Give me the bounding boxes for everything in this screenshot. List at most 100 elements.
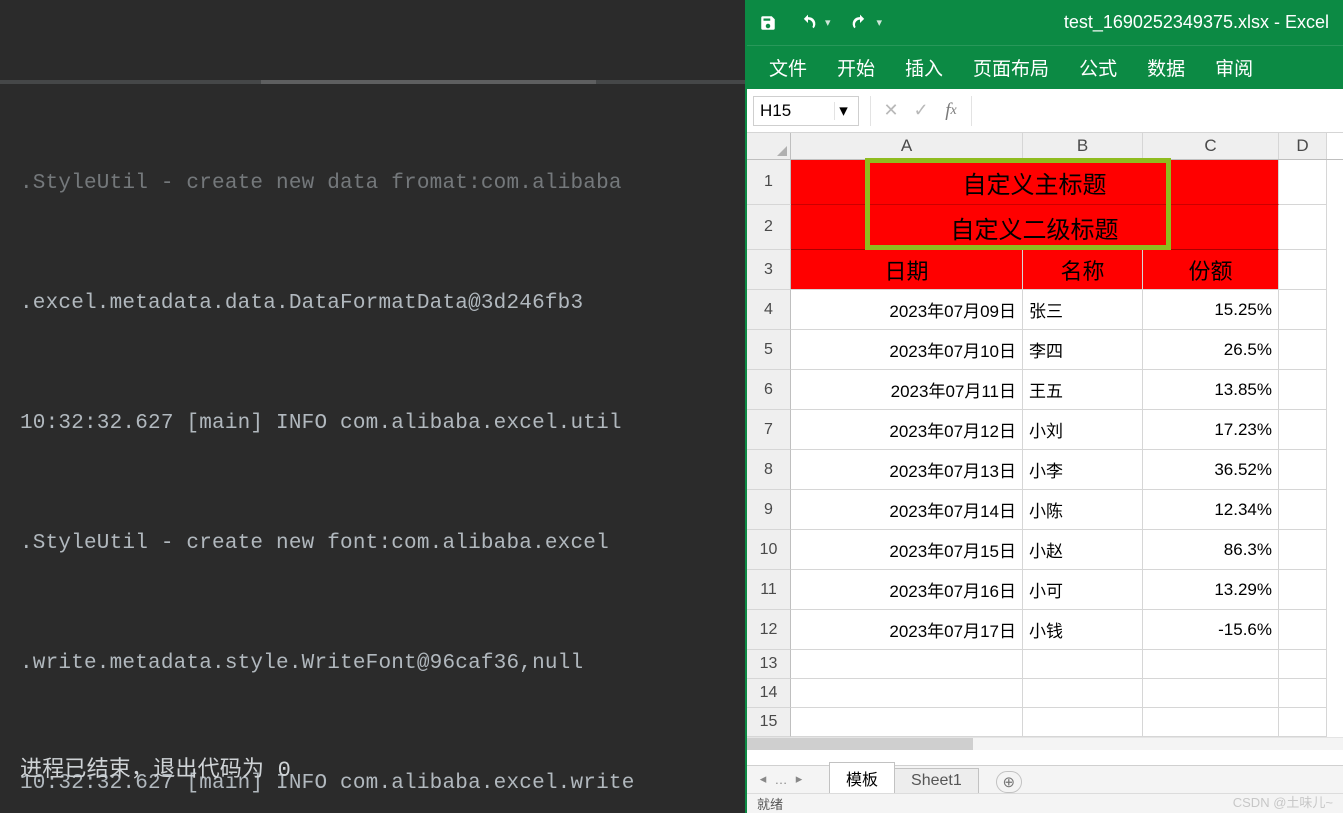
cell-date[interactable]: 2023年07月11日 (791, 370, 1023, 410)
header-name[interactable]: 名称 (1023, 250, 1143, 290)
cell-date[interactable]: 2023年07月15日 (791, 530, 1023, 570)
undo-icon[interactable] (797, 12, 819, 34)
cell[interactable] (1279, 290, 1327, 330)
cell-date[interactable]: 2023年07月10日 (791, 330, 1023, 370)
cell[interactable] (1279, 679, 1327, 708)
cell-name[interactable]: 小钱 (1023, 610, 1143, 650)
cell[interactable] (1023, 650, 1143, 679)
dropdown-caret-icon[interactable]: ▾ (877, 16, 883, 29)
cell-date[interactable]: 2023年07月13日 (791, 450, 1023, 490)
col-header-d[interactable]: D (1279, 133, 1327, 159)
tab-data[interactable]: 数据 (1147, 54, 1185, 81)
sheet-tab[interactable]: Sheet1 (894, 768, 979, 793)
tab-page-layout[interactable]: 页面布局 (973, 54, 1049, 81)
row-header[interactable]: 11 (747, 570, 791, 610)
cell-name[interactable]: 小陈 (1023, 490, 1143, 530)
cell[interactable] (1143, 679, 1279, 708)
enter-icon[interactable]: ✓ (906, 96, 936, 126)
dropdown-caret-icon[interactable]: ▾ (834, 102, 852, 120)
cell[interactable] (1279, 450, 1327, 490)
cell-name[interactable]: 小可 (1023, 570, 1143, 610)
spreadsheet-grid[interactable]: A B C D 1 自定义主标题 2 自定义二级标题 3 日期 (747, 133, 1343, 765)
cell-date[interactable]: 2023年07月16日 (791, 570, 1023, 610)
cell[interactable] (1279, 530, 1327, 570)
row-header[interactable]: 9 (747, 490, 791, 530)
header-share[interactable]: 份额 (1143, 250, 1279, 290)
cell-date[interactable]: 2023年07月12日 (791, 410, 1023, 450)
row-header[interactable]: 15 (747, 708, 791, 737)
sheet-nav-prev-icon[interactable]: … (773, 770, 789, 788)
cell[interactable] (1023, 708, 1143, 737)
row-header[interactable]: 3 (747, 250, 791, 290)
row-header[interactable]: 10 (747, 530, 791, 570)
cell[interactable] (1279, 490, 1327, 530)
grid-hscroll[interactable] (747, 737, 1343, 750)
cell[interactable] (1143, 708, 1279, 737)
select-all-corner[interactable] (747, 133, 791, 159)
cell-share[interactable]: 17.23% (1143, 410, 1279, 450)
cell[interactable] (1279, 370, 1327, 410)
cell-name[interactable]: 小赵 (1023, 530, 1143, 570)
cell-share[interactable]: 13.29% (1143, 570, 1279, 610)
row-header[interactable]: 14 (747, 679, 791, 708)
header-date[interactable]: 日期 (791, 250, 1023, 290)
add-sheet-icon[interactable]: ⊕ (996, 771, 1022, 793)
name-box[interactable]: H15 ▾ (753, 96, 859, 126)
console-hscroll[interactable] (0, 80, 745, 84)
cell-share[interactable]: 15.25% (1143, 290, 1279, 330)
cell-name[interactable]: 张三 (1023, 290, 1143, 330)
merged-title-main[interactable]: 自定义主标题 (791, 160, 1279, 205)
cell[interactable] (1279, 650, 1327, 679)
fx-icon[interactable]: fx (936, 96, 966, 126)
cell-share[interactable]: 13.85% (1143, 370, 1279, 410)
cell[interactable] (1279, 610, 1327, 650)
cell[interactable] (1023, 679, 1143, 708)
col-header-c[interactable]: C (1143, 133, 1279, 159)
cell-date[interactable]: 2023年07月09日 (791, 290, 1023, 330)
cell[interactable] (791, 650, 1023, 679)
merged-title-sub[interactable]: 自定义二级标题 (791, 205, 1279, 250)
cell-share[interactable]: 36.52% (1143, 450, 1279, 490)
sheet-nav-last-icon[interactable]: ▸ (791, 770, 807, 788)
cell-name[interactable]: 小刘 (1023, 410, 1143, 450)
row-header[interactable]: 7 (747, 410, 791, 450)
cell-date[interactable]: 2023年07月17日 (791, 610, 1023, 650)
cell[interactable] (1143, 650, 1279, 679)
row-header[interactable]: 12 (747, 610, 791, 650)
col-header-a[interactable]: A (791, 133, 1023, 159)
tab-review[interactable]: 审阅 (1215, 54, 1253, 81)
tab-home[interactable]: 开始 (837, 54, 875, 81)
sheet-tab-active[interactable]: 模板 (829, 762, 895, 793)
cell-share[interactable]: 26.5% (1143, 330, 1279, 370)
cell-name[interactable]: 小李 (1023, 450, 1143, 490)
cell[interactable] (1279, 570, 1327, 610)
redo-icon[interactable] (849, 12, 871, 34)
col-header-b[interactable]: B (1023, 133, 1143, 159)
row-header[interactable]: 4 (747, 290, 791, 330)
sheet-nav-first-icon[interactable]: ◂ (755, 770, 771, 788)
row-header[interactable]: 2 (747, 205, 791, 250)
cell-name[interactable]: 李四 (1023, 330, 1143, 370)
ide-console[interactable]: .StyleUtil - create new data fromat:com.… (0, 0, 745, 813)
cell[interactable] (1279, 330, 1327, 370)
formula-input[interactable] (977, 96, 1343, 126)
cell[interactable] (1279, 410, 1327, 450)
cell[interactable] (1279, 160, 1327, 205)
dropdown-caret-icon[interactable]: ▾ (825, 16, 831, 29)
cell[interactable] (1279, 250, 1327, 290)
cell-share[interactable]: 12.34% (1143, 490, 1279, 530)
tab-file[interactable]: 文件 (769, 54, 807, 81)
cancel-icon[interactable]: ✕ (876, 96, 906, 126)
row-header[interactable]: 8 (747, 450, 791, 490)
row-header[interactable]: 1 (747, 160, 791, 205)
save-icon[interactable] (757, 12, 779, 34)
row-header[interactable]: 13 (747, 650, 791, 679)
cell-share[interactable]: 86.3% (1143, 530, 1279, 570)
cell[interactable] (791, 679, 1023, 708)
tab-formulas[interactable]: 公式 (1079, 54, 1117, 81)
tab-insert[interactable]: 插入 (905, 54, 943, 81)
row-header[interactable]: 5 (747, 330, 791, 370)
cell[interactable] (1279, 708, 1327, 737)
cell[interactable] (1279, 205, 1327, 250)
cell-name[interactable]: 王五 (1023, 370, 1143, 410)
